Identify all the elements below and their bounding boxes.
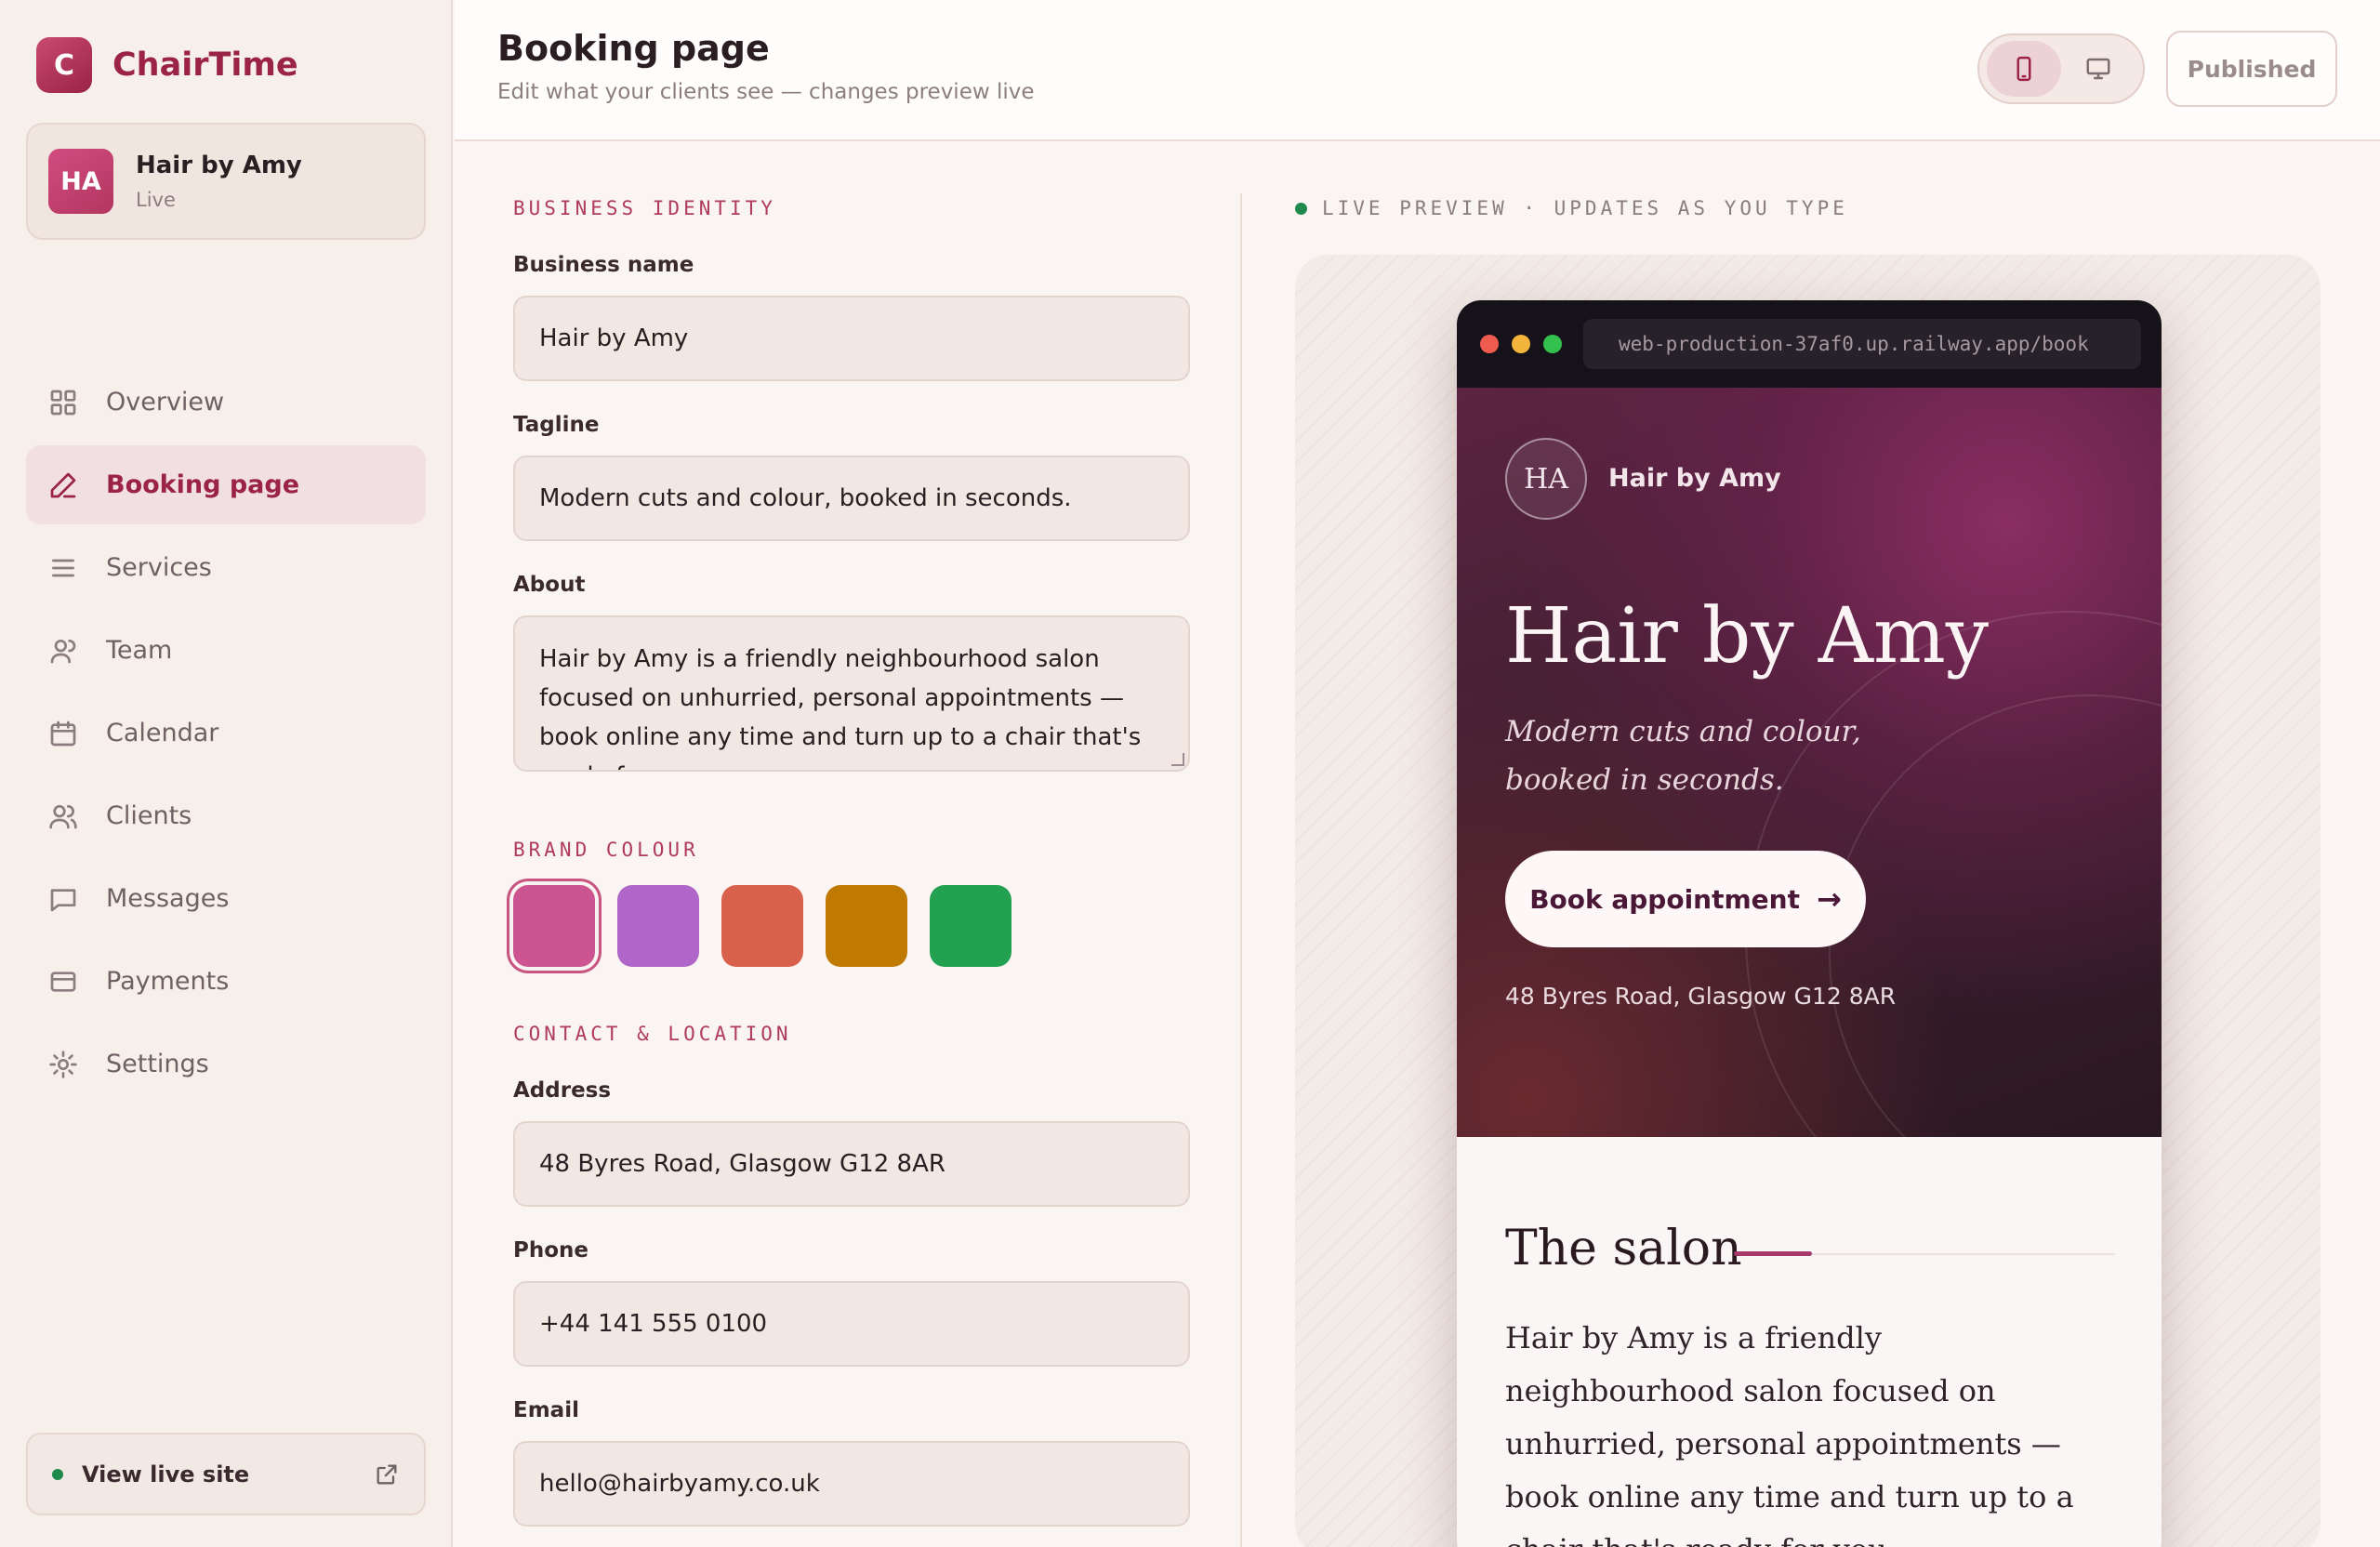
calendar-icon (50, 721, 76, 746)
preview-hero-title: Hair by Amy (1505, 592, 1990, 681)
resize-handle[interactable] (1171, 753, 1184, 766)
salon-heading: The salon (1505, 1221, 1742, 1276)
minimize-dot-icon (1512, 335, 1530, 353)
sidebar-item-overview[interactable]: Overview (26, 363, 426, 442)
account-text: Hair by Amy Live (136, 152, 302, 211)
message-icon (50, 888, 76, 911)
phone-label: Phone (513, 1238, 589, 1263)
email-input[interactable]: hello@hairbyamy.co.uk (513, 1441, 1190, 1527)
brand-logo: C (36, 37, 92, 93)
live-preview-label: LIVE PREVIEW · UPDATES AS YOU TYPE (1295, 197, 1848, 219)
brand[interactable]: C ChairTime (36, 37, 298, 93)
preview-business-name: Hair by Amy (1608, 464, 1781, 493)
swatch-amber[interactable] (826, 885, 907, 967)
account-avatar: HA (48, 149, 113, 214)
account-status: Live (136, 189, 176, 211)
sidebar-item-booking-page[interactable]: Booking page (26, 445, 426, 524)
brand-colour-heading: BRAND COLOUR (513, 839, 699, 861)
book-appointment-label: Book appointment (1529, 883, 1800, 915)
preview-avatar: HA (1505, 438, 1587, 520)
phone-input[interactable]: +44 141 555 0100 (513, 1281, 1190, 1367)
swatch-green[interactable] (930, 885, 1012, 967)
about-textarea[interactable]: Hair by Amy is a friendly neighbourhood … (513, 615, 1190, 772)
salon-description: Hair by Amy is a friendly neighbourhood … (1505, 1320, 2074, 1547)
mobile-preview-button[interactable] (1987, 41, 2061, 97)
preview-address: 48 Byres Road, Glasgow G12 8AR (1505, 983, 1897, 1010)
panel-divider (1240, 193, 1242, 1547)
preview-url[interactable]: web-production-37af0.up.railway.app/book (1583, 319, 2141, 369)
phone-icon (2016, 56, 2031, 82)
live-preview-text: LIVE PREVIEW · UPDATES AS YOU TYPE (1322, 197, 1848, 219)
swatch-coral[interactable] (721, 885, 803, 967)
user-icon (50, 639, 76, 663)
swatch-pink[interactable] (513, 885, 595, 967)
address-input[interactable]: 48 Byres Road, Glasgow G12 8AR (513, 1121, 1190, 1207)
sidebar-nav: Overview Booking page Services Team Cale… (26, 363, 426, 1107)
pencil-icon (50, 472, 76, 497)
account-switcher[interactable]: HA Hair by Amy Live (26, 123, 426, 240)
salon-rule (1812, 1253, 2115, 1255)
external-link-icon (377, 1464, 397, 1484)
sidebar-item-label: Booking page (106, 470, 300, 499)
sidebar-item-payments[interactable]: Payments (26, 942, 426, 1021)
sidebar-item-label: Settings (106, 1050, 209, 1078)
business-name-input[interactable]: Hair by Amy (513, 296, 1190, 381)
card-icon (50, 971, 76, 992)
device-toggle (1977, 33, 2145, 104)
book-appointment-button[interactable]: Book appointment → (1505, 851, 1866, 947)
sidebar-item-team[interactable]: Team (26, 611, 426, 690)
salon-accent-line (1734, 1251, 1812, 1256)
page-subtitle: Edit what your clients see — changes pre… (497, 80, 1035, 104)
users-icon (49, 804, 77, 828)
sidebar-item-label: Messages (106, 884, 230, 913)
preview-hero-tagline: Modern cuts and colour, booked in second… (1505, 715, 1861, 797)
published-button[interactable]: Published (2166, 31, 2337, 107)
sidebar-item-label: Team (106, 636, 173, 665)
sidebar-item-label: Overview (106, 388, 225, 416)
sidebar-item-services[interactable]: Services (26, 528, 426, 607)
page-title: Booking page (497, 28, 770, 69)
about-text: Hair by Amy is a friendly neighbourhood … (539, 645, 1142, 770)
sidebar-item-label: Payments (106, 967, 230, 996)
phone-preview: web-production-37af0.up.railway.app/book… (1457, 300, 2162, 1547)
browser-bar: web-production-37af0.up.railway.app/book (1457, 300, 2162, 388)
account-name: Hair by Amy (136, 152, 302, 179)
preview-salon-section: The salon Hair by Amy is a friendly neig… (1457, 1137, 2162, 1547)
preview-hero: HA Hair by Amy Hair by Amy Modern cuts a… (1457, 388, 2162, 1137)
brand-colour-swatches (513, 885, 1034, 967)
about-label: About (513, 573, 586, 597)
email-label: Email (513, 1398, 579, 1422)
booking-page-editor: BUSINESS IDENTITY Business name Hair by … (513, 141, 1190, 1547)
monitor-icon (2086, 58, 2110, 80)
sidebar-item-messages[interactable]: Messages (26, 859, 426, 938)
sidebar: C ChairTime HA Hair by Amy Live Overview… (0, 0, 453, 1547)
sun-gear-icon (49, 1050, 77, 1078)
page-header: Booking page Edit what your clients see … (455, 0, 2380, 141)
sidebar-item-clients[interactable]: Clients (26, 776, 426, 855)
sidebar-item-label: Services (106, 553, 212, 582)
business-identity-heading: BUSINESS IDENTITY (513, 197, 776, 219)
sidebar-item-label: Calendar (106, 719, 219, 747)
live-status-dot (52, 1468, 63, 1480)
live-status-dot (1295, 202, 1307, 215)
desktop-preview-button[interactable] (2061, 41, 2135, 97)
view-live-site-label: View live site (82, 1461, 250, 1488)
tagline-input[interactable]: Modern cuts and colour, booked in second… (513, 456, 1190, 541)
brand-name: ChairTime (112, 46, 298, 84)
business-name-label: Business name (513, 253, 694, 277)
contact-location-heading: CONTACT & LOCATION (513, 1023, 792, 1045)
view-live-site-button[interactable]: View live site (26, 1433, 426, 1515)
arrow-right-icon: → (1817, 881, 1842, 917)
close-dot-icon (1480, 335, 1499, 353)
address-label: Address (513, 1078, 612, 1103)
list-icon (52, 559, 74, 576)
tagline-label: Tagline (513, 413, 600, 437)
maximize-dot-icon (1543, 335, 1562, 353)
grid-icon (50, 390, 76, 415)
swatch-purple[interactable] (617, 885, 699, 967)
sidebar-item-settings[interactable]: Settings (26, 1025, 426, 1104)
sidebar-item-label: Clients (106, 801, 192, 830)
sidebar-item-calendar[interactable]: Calendar (26, 694, 426, 773)
